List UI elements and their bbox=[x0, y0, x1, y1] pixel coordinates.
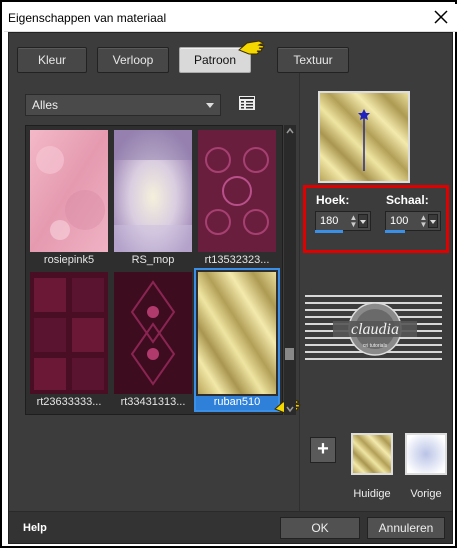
pattern-grid: rosiepink5 RS_mop rt13532323... rt236333… bbox=[25, 125, 283, 415]
spinner-arrows-icon[interactable]: ▲ ▼ bbox=[349, 214, 358, 229]
close-icon[interactable] bbox=[431, 7, 451, 27]
title-bar[interactable]: Eigenschappen van materiaal bbox=[4, 4, 457, 32]
dropdown-arrow-icon[interactable] bbox=[358, 214, 368, 228]
dialog-body: Kleur Verloop Patroon Textuur Alles rosi… bbox=[8, 32, 453, 544]
pattern-label: rt13532323... bbox=[204, 254, 270, 266]
claudia-watermark-logo: claudia cri tutorials bbox=[305, 295, 442, 360]
scale-slider-bar[interactable] bbox=[385, 230, 405, 233]
angle-slider-bar[interactable] bbox=[315, 230, 343, 233]
pattern-label: ruban510 bbox=[196, 396, 278, 410]
category-select-value: Alles bbox=[32, 98, 59, 112]
pattern-item-rt33431313[interactable]: rt33431313... bbox=[112, 270, 194, 410]
pattern-item-rt23633333[interactable]: rt23633333... bbox=[28, 270, 110, 410]
pattern-thumbnail bbox=[30, 130, 108, 252]
current-swatch[interactable] bbox=[351, 433, 393, 475]
panel-divider bbox=[299, 73, 300, 513]
tab-textuur[interactable]: Textuur bbox=[277, 47, 349, 73]
scrollbar-thumb[interactable] bbox=[285, 348, 294, 360]
pattern-thumbnail bbox=[30, 272, 108, 394]
svg-text:claudia: claudia bbox=[351, 321, 399, 338]
pattern-label: rosiepink5 bbox=[43, 254, 95, 266]
list-view-icon[interactable] bbox=[239, 96, 255, 110]
pattern-item-ruban510[interactable]: ruban510 bbox=[194, 268, 280, 412]
hand-pointer-icon bbox=[238, 40, 265, 55]
scale-label: Schaal: bbox=[386, 193, 429, 207]
ok-button[interactable]: OK bbox=[280, 517, 360, 539]
pattern-thumbnail bbox=[198, 130, 276, 252]
pattern-thumbnail bbox=[198, 272, 276, 394]
pattern-item-rt13532323[interactable]: rt13532323... bbox=[196, 128, 278, 268]
angle-spinner[interactable]: 180 ▲ ▼ bbox=[315, 211, 371, 231]
pattern-scrollbar[interactable] bbox=[284, 125, 296, 415]
pattern-label: rt33431313... bbox=[120, 396, 186, 408]
dialog-footer: Help OK Annuleren bbox=[9, 511, 452, 543]
scroll-up-icon[interactable] bbox=[284, 126, 296, 136]
scale-spinner[interactable]: 100 ▲ ▼ bbox=[385, 211, 441, 231]
scroll-down-icon[interactable] bbox=[284, 404, 296, 414]
scale-value: 100 bbox=[390, 215, 409, 227]
pattern-item-rs-mop[interactable]: RS_mop bbox=[112, 128, 194, 268]
pattern-thumbnail bbox=[114, 272, 192, 394]
angle-label: Hoek: bbox=[316, 193, 350, 207]
cancel-button[interactable]: Annuleren bbox=[367, 517, 445, 539]
current-swatch-label: Huidige bbox=[353, 488, 391, 500]
angle-value: 180 bbox=[320, 215, 339, 227]
previous-swatch-label: Vorige bbox=[410, 488, 442, 500]
chevron-down-icon bbox=[206, 103, 214, 108]
spinner-arrows-icon[interactable]: ▲ ▼ bbox=[419, 214, 428, 229]
help-link[interactable]: Help bbox=[23, 522, 47, 534]
pattern-preview[interactable] bbox=[318, 91, 410, 183]
tab-kleur[interactable]: Kleur bbox=[17, 47, 87, 73]
category-select[interactable]: Alles bbox=[25, 94, 221, 116]
previous-swatch[interactable] bbox=[405, 433, 447, 475]
pattern-label: RS_mop bbox=[131, 254, 175, 266]
svg-text:cri tutorials: cri tutorials bbox=[363, 343, 388, 349]
dropdown-arrow-icon[interactable] bbox=[428, 214, 438, 228]
pattern-thumbnail bbox=[114, 130, 192, 252]
window-title: Eigenschappen van materiaal bbox=[8, 11, 167, 25]
add-button[interactable]: + bbox=[310, 437, 336, 463]
window-frame: Eigenschappen van materiaal Kleur Verloo… bbox=[0, 0, 457, 548]
pattern-label: rt23633333... bbox=[36, 396, 102, 408]
tab-verloop[interactable]: Verloop bbox=[97, 47, 169, 73]
pattern-item-rosiepink5[interactable]: rosiepink5 bbox=[28, 128, 110, 268]
